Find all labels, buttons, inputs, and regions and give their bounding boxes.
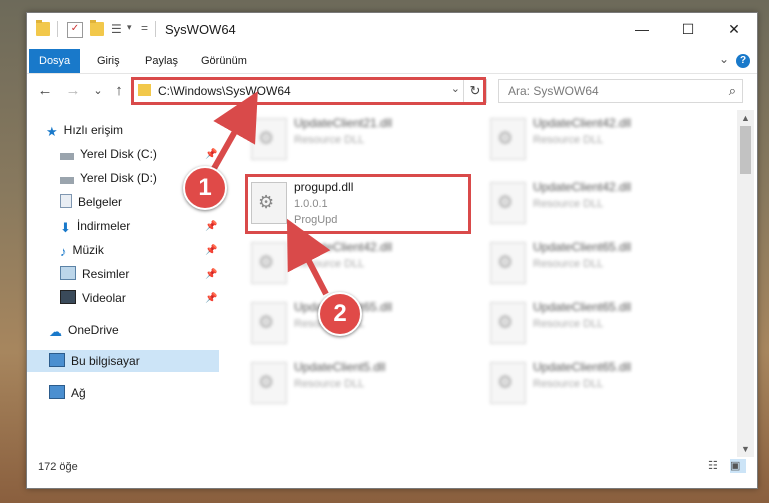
annotation-arrows <box>209 91 331 296</box>
step-badge-2: 2 <box>318 292 362 336</box>
arrow-to-address-bar <box>209 91 258 174</box>
arrow-to-file <box>286 218 331 296</box>
step-badge-1: 1 <box>183 166 227 210</box>
